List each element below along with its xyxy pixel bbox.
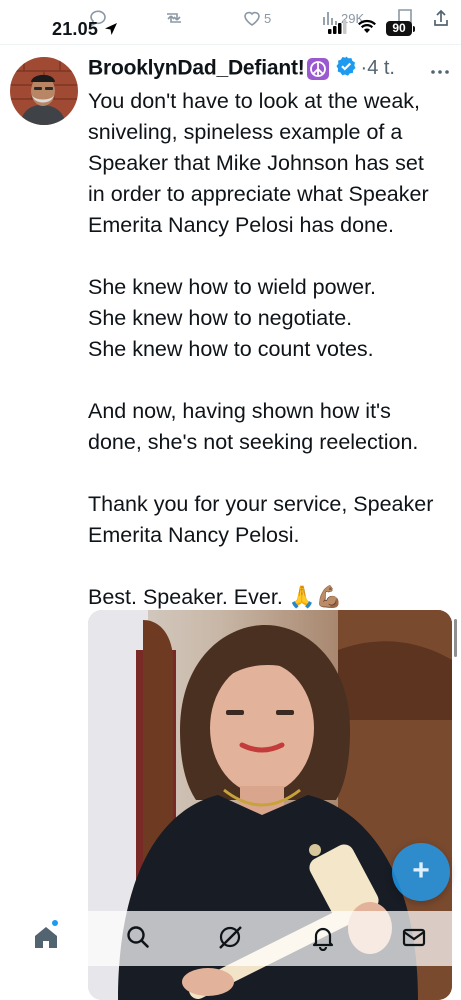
tweet-text-line: Emerita Nancy Pelosi has done. [88,213,394,237]
tweet-text-line: Thank you for your service, Speaker [88,492,434,516]
battery-tip [413,26,415,32]
like-icon[interactable] [242,8,262,28]
tweet-author-line: BrooklynDad_Defiant! ·4 t. [88,55,395,81]
tweet-text-line: You don't have to look at the weak, [88,89,421,113]
divider [0,44,461,45]
compose-button[interactable]: + [392,843,450,901]
home-notification-dot [52,920,58,926]
peace-symbol-icon [306,57,329,80]
tweet-timestamp[interactable]: ·4 t. [361,57,395,79]
bottom-nav [0,911,461,966]
bell-icon[interactable] [309,923,339,953]
verified-badge-icon [335,55,357,82]
search-icon[interactable] [124,923,154,953]
status-bar: 5 29K 21.05 90 [0,0,461,44]
grok-icon[interactable] [216,923,246,953]
tweet-text-line: Best. Speaker. Ever. 🙏💪🏽 [88,585,343,609]
author-name[interactable]: BrooklynDad_Defiant! [88,57,305,80]
tweet-text-line: in order to appreciate what Speaker [88,182,429,206]
scrollbar[interactable] [454,619,457,657]
home-icon[interactable] [32,923,62,953]
battery-indicator: 90 [386,21,412,36]
tweet-text-line: Speaker that Mike Johnson has set [88,151,424,175]
tweet-text-line: sniveling, spineless example of a [88,120,403,144]
tweet-text-line: And now, having shown how it's [88,399,391,423]
compose-plus-icon: + [412,854,430,887]
status-time: 21.05 [52,19,99,39]
tweet-text-line: She knew how to count votes. [88,337,374,361]
avatar[interactable] [10,57,78,125]
share-icon[interactable] [432,8,450,28]
tweet-text-line: She knew how to wield power. [88,275,377,299]
retweet-icon[interactable] [163,8,185,28]
tweet-text-line: She knew how to negotiate. [88,306,353,330]
tweet-text-line: Emerita Nancy Pelosi. [88,523,300,547]
like-count: 5 [264,11,272,26]
location-arrow-icon [104,22,118,41]
more-dots-icon[interactable] [430,62,450,80]
tweet-text: You don't have to look at the weak, snive… [88,86,460,613]
cellular-signal-icon [328,20,348,39]
wifi-icon [357,19,377,39]
mail-icon[interactable] [400,923,430,953]
tweet-text-line: done, she's not seeking reelection. [88,430,419,454]
